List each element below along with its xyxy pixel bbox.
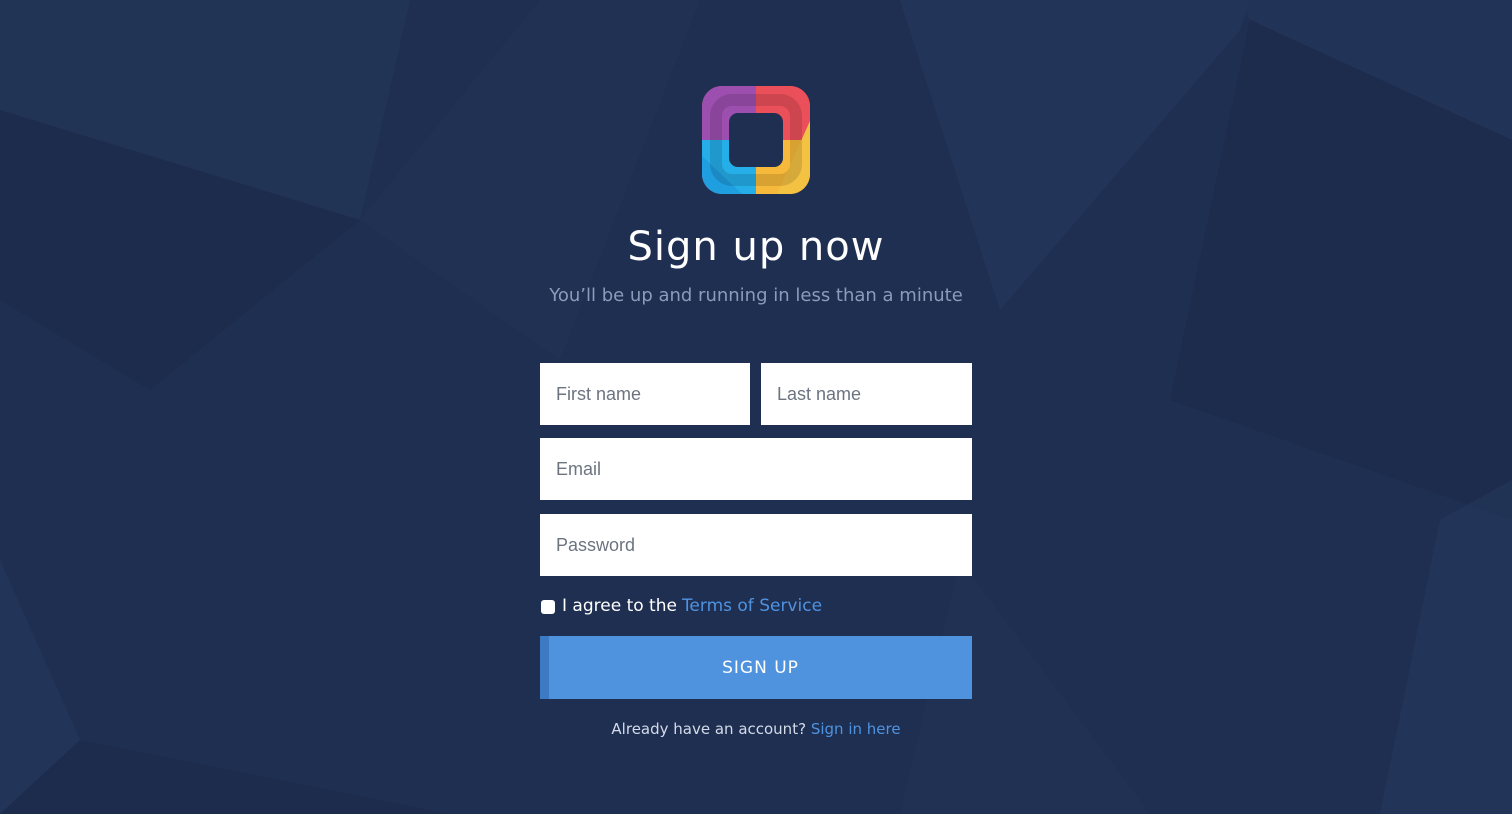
sign-in-prompt: Already have an account? Sign in here — [0, 720, 1512, 738]
first-name-field[interactable] — [540, 363, 750, 425]
page-title: Sign up now — [627, 224, 885, 270]
last-name-field[interactable] — [761, 363, 972, 425]
sign-up-button[interactable]: SIGN UP — [540, 636, 972, 699]
sign-in-text: Already have an account? — [611, 720, 807, 738]
app-logo-icon — [702, 86, 810, 194]
terms-label: I agree to the — [562, 596, 677, 616]
signup-page: Sign up now You’ll be up and running in … — [0, 0, 1512, 814]
sign-in-link[interactable]: Sign in here — [811, 720, 901, 738]
terms-checkbox[interactable] — [541, 600, 555, 614]
password-field[interactable] — [540, 514, 972, 576]
terms-agreement: I agree to the Terms of Service — [541, 594, 822, 618]
email-field[interactable] — [540, 438, 972, 500]
page-subtitle: You’ll be up and running in less than a … — [549, 285, 963, 306]
terms-of-service-link[interactable]: Terms of Service — [682, 596, 822, 616]
